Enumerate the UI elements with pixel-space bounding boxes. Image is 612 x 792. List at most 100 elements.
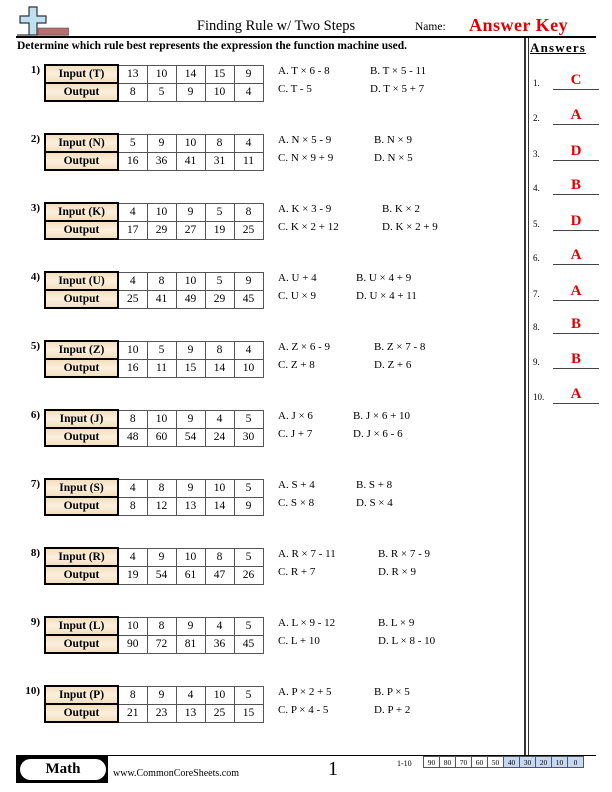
- output-header: Output: [44, 220, 119, 240]
- output-row: Output 8 5 9 10 4: [44, 82, 264, 102]
- output-cell: 14: [204, 496, 235, 516]
- output-cell: 9: [233, 496, 264, 516]
- answer-value: B: [570, 351, 581, 367]
- output-cell: 13: [175, 496, 206, 516]
- choice-c[interactable]: C. U × 9: [278, 290, 316, 302]
- name-value: Answer Key: [469, 15, 569, 35]
- choice-c[interactable]: C. N × 9 + 9: [278, 152, 333, 164]
- answer-blank[interactable]: [553, 403, 599, 404]
- choice-a[interactable]: A. N × 5 - 9: [278, 134, 331, 146]
- input-header: Input (P): [44, 685, 119, 705]
- input-cell: 5: [204, 271, 235, 291]
- choice-d[interactable]: D. S × 4: [356, 497, 393, 509]
- choice-c[interactable]: C. K × 2 + 12: [278, 221, 339, 233]
- answer-number: 3.: [533, 149, 540, 159]
- problem-item: 1) Input (T) 13 10 14 15 9 Output 8 5 9 10 4 A. T × 6…: [22, 64, 522, 104]
- choice-c[interactable]: C. Z + 8: [278, 359, 315, 371]
- answer-number: 10.: [533, 392, 545, 402]
- answer-blank[interactable]: [553, 264, 599, 265]
- score-cell: 80: [439, 756, 456, 768]
- function-table: Input (R) 4 9 10 8 5 Output 19 54 61 47 26: [44, 547, 264, 585]
- problem-number: 1): [30, 64, 40, 76]
- answer-blank[interactable]: [553, 124, 599, 125]
- choice-c[interactable]: C. S × 8: [278, 497, 314, 509]
- answer-blank[interactable]: [553, 160, 599, 161]
- choice-b[interactable]: B. K × 2: [382, 203, 420, 215]
- output-cell: 29: [146, 220, 177, 240]
- choice-b[interactable]: B. J × 6 + 10: [353, 410, 410, 422]
- problem-item: 4) Input (U) 4 8 10 5 9 Output 25 41 49 29 45 A. U + …: [22, 271, 522, 311]
- choice-d[interactable]: D. T × 5 + 7: [370, 83, 424, 95]
- choice-a[interactable]: A. P × 2 + 5: [278, 686, 332, 698]
- output-header: Output: [44, 496, 119, 516]
- choice-b[interactable]: B. P × 5: [374, 686, 410, 698]
- input-cell: 10: [146, 202, 177, 222]
- choice-b[interactable]: B. T × 5 - 11: [370, 65, 426, 77]
- answer-number: 2.: [533, 113, 540, 123]
- choice-a[interactable]: A. T × 6 - 8: [278, 65, 330, 77]
- input-row: Input (L) 10 8 9 4 5: [44, 616, 264, 636]
- choice-a[interactable]: A. R × 7 - 11: [278, 548, 336, 560]
- answer-blank[interactable]: [553, 230, 599, 231]
- input-cell: 8: [117, 685, 148, 705]
- answer-item: 8. B: [533, 314, 603, 334]
- function-table: Input (J) 8 10 9 4 5 Output 48 60 54 24 30: [44, 409, 264, 447]
- choice-d[interactable]: D. L × 8 - 10: [378, 635, 435, 647]
- output-cell: 81: [175, 634, 206, 654]
- choice-d[interactable]: D. J × 6 - 6: [353, 428, 403, 440]
- choice-b[interactable]: B. U × 4 + 9: [356, 272, 411, 284]
- choice-d[interactable]: D. Z + 6: [374, 359, 411, 371]
- answer-blank[interactable]: [553, 89, 599, 90]
- input-cell: 10: [117, 616, 148, 636]
- output-cell: 10: [233, 358, 264, 378]
- problem-item: 8) Input (R) 4 9 10 8 5 Output 19 54 61 47 26 A. R × …: [22, 547, 522, 587]
- choice-b[interactable]: B. R × 7 - 9: [378, 548, 430, 560]
- choice-d[interactable]: D. R × 9: [378, 566, 416, 578]
- choice-c[interactable]: C. P × 4 - 5: [278, 704, 328, 716]
- choice-b[interactable]: B. N × 9: [374, 134, 412, 146]
- input-cell: 4: [204, 616, 235, 636]
- answer-blank[interactable]: [553, 368, 599, 369]
- choice-a[interactable]: A. K × 3 - 9: [278, 203, 331, 215]
- input-cell: 10: [175, 547, 206, 567]
- choice-b[interactable]: B. L × 9: [378, 617, 414, 629]
- output-cell: 14: [204, 358, 235, 378]
- choice-b[interactable]: B. Z × 7 - 8: [374, 341, 425, 353]
- name-label: Name:: [415, 21, 446, 33]
- choice-b[interactable]: B. S + 8: [356, 479, 392, 491]
- input-cell: 4: [117, 271, 148, 291]
- choice-d[interactable]: D. K × 2 + 9: [382, 221, 438, 233]
- answer-blank[interactable]: [553, 194, 599, 195]
- answer-value: C: [570, 72, 582, 88]
- choice-d[interactable]: D. N × 5: [374, 152, 413, 164]
- choice-a[interactable]: A. J × 6: [278, 410, 313, 422]
- input-cell: 9: [175, 409, 206, 429]
- choice-c[interactable]: C. T - 5: [278, 83, 312, 95]
- output-cell: 36: [146, 151, 177, 171]
- answer-item: 4. B: [533, 175, 603, 195]
- input-header: Input (K): [44, 202, 119, 222]
- header-rule: [16, 36, 596, 38]
- choice-a[interactable]: A. U + 4: [278, 272, 317, 284]
- input-cell: 4: [233, 340, 264, 360]
- choice-c[interactable]: C. J + 7: [278, 428, 312, 440]
- problem-number: 4): [30, 271, 40, 283]
- choice-c[interactable]: C. L + 10: [278, 635, 320, 647]
- choice-a[interactable]: A. L × 9 - 12: [278, 617, 335, 629]
- answer-blank[interactable]: [553, 333, 599, 334]
- choice-c[interactable]: C. R + 7: [278, 566, 315, 578]
- answer-blank[interactable]: [553, 300, 599, 301]
- answer-item: 1. C: [533, 70, 603, 90]
- choice-d[interactable]: D. P + 2: [374, 704, 410, 716]
- input-cell: 10: [117, 340, 148, 360]
- website-link[interactable]: www.CommonCoreSheets.com: [113, 768, 239, 779]
- problem-item: 3) Input (K) 4 10 9 5 8 Output 17 29 27 19 25 A. K × …: [22, 202, 522, 242]
- choice-a[interactable]: A. S + 4: [278, 479, 315, 491]
- output-header: Output: [44, 703, 119, 723]
- choice-d[interactable]: D. U × 4 + 11: [356, 290, 417, 302]
- input-cell: 10: [204, 685, 235, 705]
- answer-number: 5.: [533, 219, 540, 229]
- problem-item: 10) Input (P) 8 9 4 10 5 Output 21 23 13 25 15 A. P ×…: [22, 685, 522, 725]
- choice-a[interactable]: A. Z × 6 - 9: [278, 341, 330, 353]
- function-table: Input (Z) 10 5 9 8 4 Output 16 11 15 14 10: [44, 340, 264, 378]
